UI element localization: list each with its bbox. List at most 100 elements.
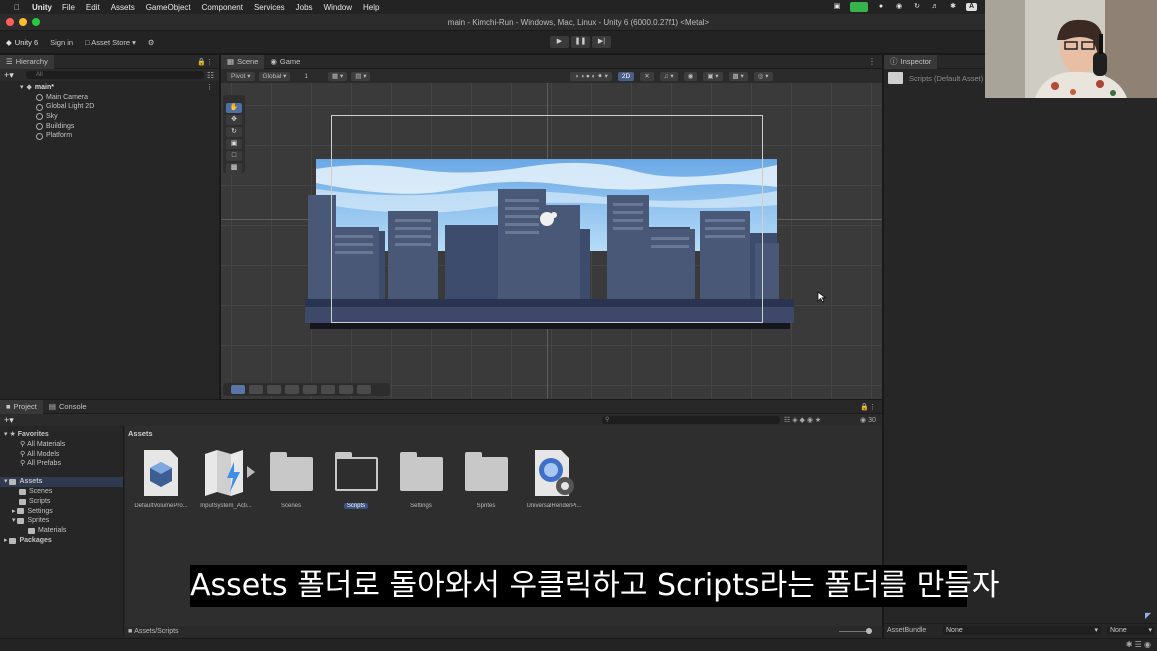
tab-game[interactable]: ◉ Game xyxy=(264,55,306,69)
favorites-row[interactable]: ▾ ★ Favorites xyxy=(0,430,123,440)
asset-item-folder-sprites[interactable]: Sprites xyxy=(454,448,518,509)
zoom-window-icon[interactable] xyxy=(32,18,40,26)
project-filter-icons[interactable]: ☷ ◈ ◆ ◉ ★ xyxy=(784,416,821,424)
camera-dropdown[interactable]: ▩ ▾ xyxy=(728,71,748,81)
menu-jobs[interactable]: Jobs xyxy=(296,3,313,12)
shuffle-icon[interactable] xyxy=(357,385,371,394)
scene-menu-icon[interactable]: ⋮ xyxy=(868,57,876,66)
menu-help[interactable]: Help xyxy=(363,3,379,12)
lock-icon[interactable]: 🔒⋮ xyxy=(860,403,876,411)
project-search-input[interactable]: ⚲ xyxy=(602,416,780,424)
screen-record-icon[interactable]: ▣ xyxy=(832,3,842,11)
settings-gear-icon[interactable]: ⚙ xyxy=(148,38,155,47)
grid-snap-dropdown[interactable]: ▦ ▾ xyxy=(328,71,348,81)
hierarchy-scene-row[interactable]: ▾ ◆ main* ⋮ xyxy=(0,83,219,93)
sign-in-button[interactable]: Sign in xyxy=(50,38,73,47)
menu-services[interactable]: Services xyxy=(254,3,285,12)
step-button[interactable]: ▶| xyxy=(592,36,611,48)
asset-item-input-system[interactable]: InputSystem_Acti... xyxy=(194,448,258,509)
hierarchy-item[interactable]: Buildings xyxy=(0,122,219,132)
asset-item-render-pipeline[interactable]: UniversalRenderPi... xyxy=(522,448,586,509)
expand-arrow-icon[interactable]: ▾ xyxy=(12,516,16,526)
paint-icon[interactable] xyxy=(267,385,281,394)
icon-size-slider[interactable] xyxy=(839,631,869,632)
picker-icon[interactable] xyxy=(321,385,335,394)
asset-item-folder-settings[interactable]: Settings xyxy=(389,448,453,509)
lock-icon[interactable]: 🔒⋮ xyxy=(197,58,213,66)
global-dropdown[interactable]: Global ▾ xyxy=(258,71,291,81)
visibility-toggle[interactable]: ◉ xyxy=(683,71,698,81)
favorite-item[interactable]: ⚲ All Prefabs xyxy=(0,459,123,469)
asset-label-selected[interactable]: Scripts xyxy=(343,503,369,509)
assets-root-row[interactable]: ▾ Assets xyxy=(0,477,123,487)
tab-scene[interactable]: ▦ Scene xyxy=(221,55,265,69)
grid-select-icon[interactable] xyxy=(249,385,263,394)
rect-tool-icon[interactable]: □ xyxy=(226,151,242,161)
tab-inspector[interactable]: ⓘ Inspector xyxy=(884,54,938,69)
lighting-toggle[interactable]: ✕ xyxy=(640,71,654,81)
search-filter-icon[interactable]: ☷ xyxy=(207,71,214,80)
volume-icon[interactable]: ♬ xyxy=(930,3,940,11)
pause-button[interactable]: ❚❚ xyxy=(571,36,590,48)
video-call-icon[interactable] xyxy=(850,2,868,12)
hand-tool-icon[interactable]: ✋ xyxy=(226,103,242,113)
scene-menu-icon[interactable]: ⋮ xyxy=(206,83,213,93)
favorite-item[interactable]: ⚲ All Materials xyxy=(0,440,123,450)
menu-window[interactable]: Window xyxy=(324,3,352,12)
app-icon[interactable]: ◉ xyxy=(894,3,904,11)
bluetooth-icon[interactable]: ✱ xyxy=(948,3,958,11)
expand-arrow-icon[interactable]: ▾ xyxy=(20,83,24,93)
asset-item-folder-scenes[interactable]: Scenes xyxy=(259,448,323,509)
transform-tool-icon[interactable]: ▩ xyxy=(226,163,242,173)
hierarchy-item[interactable]: Platform xyxy=(0,131,219,141)
menu-app-name[interactable]: Unity xyxy=(32,3,52,12)
status-icons[interactable]: ✱ ☰ ◉ xyxy=(1126,640,1151,649)
menu-edit[interactable]: Edit xyxy=(86,3,100,12)
move-tool-icon[interactable]: ✥ xyxy=(226,115,242,125)
assets-folder-item[interactable]: ▾ Sprites xyxy=(0,516,123,526)
favorite-item[interactable]: ⚲ All Models xyxy=(0,450,123,460)
input-source-icon[interactable]: A xyxy=(966,3,977,11)
rotate-tool-icon[interactable]: ↻ xyxy=(226,127,242,137)
minimize-window-icon[interactable] xyxy=(19,18,27,26)
pivot-dropdown[interactable]: Pivot ▾ xyxy=(227,71,255,81)
assets-folder-item[interactable]: Materials xyxy=(0,526,123,536)
assets-folder-item[interactable]: Scenes xyxy=(0,487,123,497)
hierarchy-item[interactable]: Main Camera xyxy=(0,93,219,103)
asset-item-volume-profile[interactable]: DefaultVolumePro... xyxy=(129,448,193,509)
tab-console[interactable]: ▤ Console xyxy=(43,400,93,414)
expand-arrow-icon[interactable]: ▸ xyxy=(4,536,8,546)
asset-bundle-select[interactable]: None ▾ xyxy=(943,626,1101,635)
asset-store-button[interactable]: □ Asset Store ▾ xyxy=(85,38,136,47)
hierarchy-item[interactable]: Sky xyxy=(0,112,219,122)
menu-assets[interactable]: Assets xyxy=(111,3,135,12)
hand-icon[interactable] xyxy=(231,385,245,394)
asset-variant-select[interactable]: None ▾ xyxy=(1107,626,1155,635)
slider-handle[interactable] xyxy=(866,628,872,634)
asset-breadcrumb[interactable]: Assets xyxy=(128,429,153,438)
expand-arrow-icon[interactable]: ▾ xyxy=(4,477,8,487)
scale-tool-icon[interactable]: ▣ xyxy=(226,139,242,149)
play-button[interactable]: ▶ xyxy=(550,36,569,48)
assets-folder-item[interactable]: Scripts xyxy=(0,497,123,507)
assets-folder-item[interactable]: ▸ Settings xyxy=(0,507,123,517)
eraser-icon[interactable] xyxy=(339,385,353,394)
menu-file[interactable]: File xyxy=(62,3,75,12)
gizmos-dropdown[interactable]: ◎ ▾ xyxy=(753,71,773,81)
2d-mode-toggle[interactable]: 2D xyxy=(617,71,635,81)
expand-arrow-icon[interactable]: ▾ xyxy=(4,430,8,440)
create-plus-icon[interactable]: +▾ xyxy=(4,415,14,426)
menu-gameobject[interactable]: GameObject xyxy=(146,3,191,12)
grid-size-field[interactable]: 1 xyxy=(300,71,313,81)
tag-icon[interactable]: ◤ xyxy=(1145,611,1151,620)
asset-item-folder-scripts[interactable]: Scripts xyxy=(324,448,388,511)
audio-toggle[interactable]: ♫ ▾ xyxy=(659,71,678,81)
fill-icon[interactable] xyxy=(303,385,317,394)
extension-icon[interactable]: ● xyxy=(876,3,886,11)
tab-project[interactable]: ■ Project xyxy=(0,399,43,414)
hierarchy-item[interactable]: Global Light 2D xyxy=(0,102,219,112)
apple-icon[interactable]:  xyxy=(10,3,24,12)
hierarchy-search-input[interactable]: All xyxy=(26,71,204,79)
increment-snap-dropdown[interactable]: ▤ ▾ xyxy=(351,71,371,81)
packages-row[interactable]: ▸ Packages xyxy=(0,536,123,546)
